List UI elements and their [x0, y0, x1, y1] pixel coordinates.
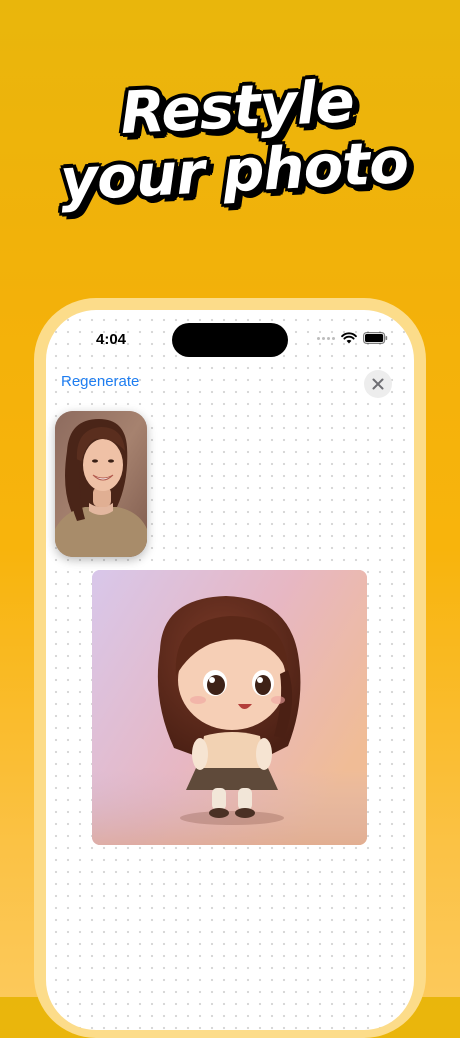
close-icon — [372, 375, 384, 394]
wifi-icon — [341, 332, 357, 344]
status-bar: 4:04 — [46, 310, 414, 370]
regenerate-button[interactable]: Regenerate — [61, 373, 139, 390]
cellular-signal-icon — [317, 336, 335, 340]
close-button[interactable] — [364, 370, 392, 398]
status-time: 4:04 — [96, 331, 127, 348]
status-icons — [317, 332, 388, 344]
headline: Restyle your photo — [0, 67, 460, 214]
battery-icon — [363, 332, 388, 344]
source-photo[interactable] — [55, 411, 147, 557]
phone-screen: 4:04 Regenerate — [46, 310, 414, 1030]
dynamic-island — [172, 323, 288, 357]
result-image[interactable] — [92, 570, 367, 845]
